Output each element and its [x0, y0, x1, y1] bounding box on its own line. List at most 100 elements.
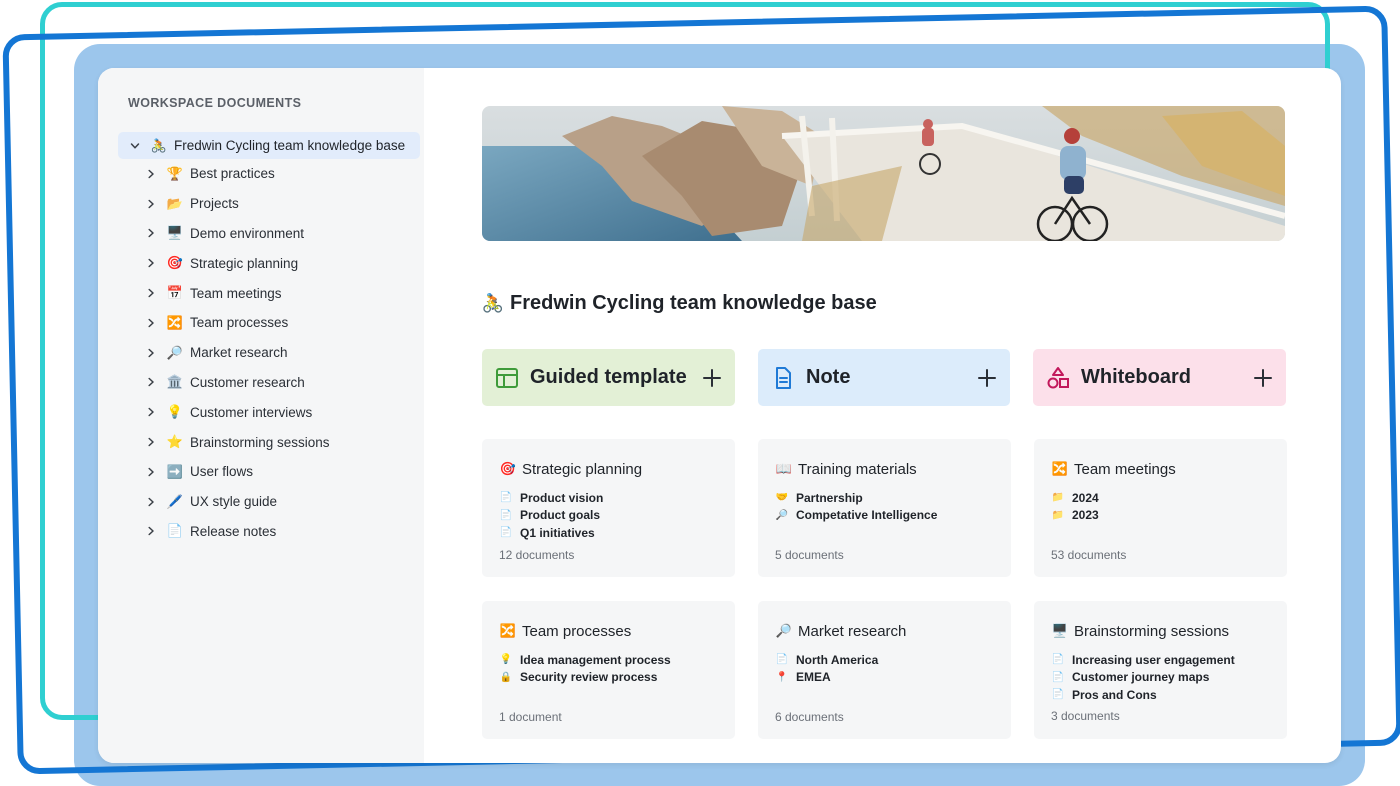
document-label: Q1 initiatives	[520, 525, 595, 540]
card-document-link[interactable]: 📄 Product goals	[499, 507, 718, 525]
card-document-link[interactable]: 📄 Product vision	[499, 489, 718, 507]
card-emoji-icon: 🔀	[499, 623, 517, 638]
card-title-text: Team processes	[522, 622, 632, 640]
card-title: 🖥️ Brainstorming sessions	[1051, 621, 1270, 641]
sidebar-item-ux-style-guide[interactable]: 🖊️ UX style guide	[118, 487, 424, 517]
card-document-count: 3 documents	[1051, 709, 1120, 723]
card-document-link[interactable]: 📄 Q1 initiatives	[499, 524, 718, 542]
sidebar-item-team-processes[interactable]: 🔀 Team processes	[118, 308, 424, 338]
card-title: 🎯 Strategic planning	[499, 459, 718, 479]
item-emoji-icon: 🏆	[166, 165, 184, 181]
document-emoji-icon: 🔒	[499, 671, 513, 683]
card-document-link[interactable]: 🔒 Security review process	[499, 669, 718, 687]
chevron-right-icon[interactable]	[144, 286, 158, 300]
sidebar-item-label: Market research	[190, 345, 288, 361]
document-emoji-icon: 📄	[499, 527, 513, 539]
chevron-right-icon[interactable]	[144, 226, 158, 240]
document-label: Product goals	[520, 508, 601, 523]
item-emoji-icon: 🔎	[166, 344, 184, 360]
folder-card-brainstorming-sessions[interactable]: 🖥️ Brainstorming sessions 📄 Increasing user…	[1034, 601, 1287, 739]
folder-cards-grid: 🎯 Strategic planning 📄 Product vision 📄 Produ…	[482, 439, 1287, 739]
sidebar-item-release-notes[interactable]: 📄 Release notes	[118, 517, 424, 547]
chevron-right-icon[interactable]	[144, 495, 158, 509]
card-title-text: Training materials	[798, 460, 917, 478]
bicycle-icon: 🚴	[481, 292, 505, 313]
card-document-count: 5 documents	[775, 548, 844, 562]
page-title: 🚴 Fredwin Cycling team knowledge base	[482, 290, 1287, 316]
sidebar-item-market-research[interactable]: 🔎 Market research	[118, 338, 424, 368]
document-label: North America	[796, 652, 879, 667]
chevron-right-icon[interactable]	[144, 346, 158, 360]
sidebar-item-label: Release notes	[190, 523, 277, 539]
folder-card-team-processes[interactable]: 🔀 Team processes 💡 Idea management process 🔒…	[482, 601, 735, 739]
banner-image	[482, 106, 1285, 241]
card-document-link[interactable]: 💡 Idea management process	[499, 651, 718, 669]
folder-card-market-research[interactable]: 🔎 Market research 📄 North America 📍 EMEA 6 doc…	[758, 601, 1011, 739]
item-emoji-icon: 🎯	[166, 255, 184, 271]
sidebar-item-strategic-planning[interactable]: 🎯 Strategic planning	[118, 248, 424, 278]
sidebar-title: WORKSPACE DOCUMENTS	[128, 96, 302, 110]
document-emoji-icon: 📄	[1051, 689, 1065, 701]
document-emoji-icon: 📍	[775, 671, 789, 683]
sidebar-item-user-flows[interactable]: ➡️ User flows	[118, 457, 424, 487]
create-note-label: Note	[806, 366, 851, 388]
sidebar-item-projects[interactable]: 📂 Projects	[118, 189, 424, 219]
card-document-link[interactable]: 🤝 Partnership	[775, 489, 994, 507]
sidebar-item-customer-interviews[interactable]: 💡 Customer interviews	[118, 397, 424, 427]
sidebar-item-label: Projects	[190, 196, 239, 212]
document-emoji-icon: 📁	[1051, 509, 1065, 521]
chevron-down-icon[interactable]	[128, 139, 142, 153]
card-document-link[interactable]: 📁 2024	[1051, 489, 1270, 507]
card-document-link[interactable]: 📄 Customer journey maps	[1051, 669, 1270, 687]
chevron-right-icon[interactable]	[144, 435, 158, 449]
document-label: Customer journey maps	[1072, 670, 1210, 685]
page-title-text: Fredwin Cycling team knowledge base	[510, 291, 877, 314]
sidebar-item-demo-environment[interactable]: 🖥️ Demo environment	[118, 219, 424, 249]
card-emoji-icon: 🖥️	[1051, 623, 1069, 638]
document-emoji-icon: 📄	[1051, 671, 1065, 683]
folder-card-strategic-planning[interactable]: 🎯 Strategic planning 📄 Product vision 📄 Produ…	[482, 439, 735, 577]
card-document-link[interactable]: 📄 Pros and Cons	[1051, 686, 1270, 704]
card-document-count: 6 documents	[775, 710, 844, 724]
item-emoji-icon: 🖊️	[166, 493, 184, 509]
chevron-right-icon[interactable]	[144, 405, 158, 419]
chevron-right-icon[interactable]	[144, 465, 158, 479]
item-emoji-icon: 💡	[166, 404, 184, 420]
document-emoji-icon: 📄	[499, 492, 513, 504]
document-label: 2023	[1072, 508, 1099, 523]
chevron-right-icon[interactable]	[144, 256, 158, 270]
chevron-right-icon[interactable]	[144, 316, 158, 330]
chevron-right-icon[interactable]	[144, 524, 158, 538]
card-document-link[interactable]: 📍 EMEA	[775, 669, 994, 687]
create-guided-template-button[interactable]: Guided template	[482, 349, 735, 406]
card-document-link[interactable]: 📁 2023	[1051, 507, 1270, 525]
sidebar-item-label: Demo environment	[190, 225, 305, 241]
create-buttons-row: Guided template Note Whiteboard	[482, 349, 1287, 406]
create-note-button[interactable]: Note	[758, 349, 1010, 406]
sidebar-item-label: Brainstorming sessions	[190, 434, 330, 450]
card-title-text: Brainstorming sessions	[1074, 622, 1230, 640]
document-icon	[770, 365, 796, 391]
card-document-count: 12 documents	[499, 548, 575, 562]
card-title-text: Market research	[798, 622, 907, 640]
card-document-link[interactable]: 📄 Increasing user engagement	[1051, 651, 1270, 669]
card-document-link[interactable]: 📄 North America	[775, 651, 994, 669]
card-title: 🔎 Market research	[775, 621, 994, 641]
sidebar-item-best-practices[interactable]: 🏆 Best practices	[118, 159, 424, 189]
folder-card-team-meetings[interactable]: 🔀 Team meetings 📁 2024 📁 2023 53 documents	[1034, 439, 1287, 577]
create-whiteboard-button[interactable]: Whiteboard	[1033, 349, 1286, 406]
sidebar-item-team-meetings[interactable]: 📅 Team meetings	[118, 278, 424, 308]
item-emoji-icon: 🔀	[166, 314, 184, 330]
card-document-link[interactable]: 🔎 Competative Intelligence	[775, 507, 994, 525]
item-emoji-icon: 📂	[166, 195, 184, 211]
chevron-right-icon[interactable]	[144, 375, 158, 389]
sidebar-item-label: Best practices	[190, 166, 275, 182]
sidebar-root-item[interactable]: 🚴 Fredwin Cycling team knowledge base	[118, 132, 420, 159]
folder-card-training-materials[interactable]: 📖 Training materials 🤝 Partnership 🔎 Competat…	[758, 439, 1011, 577]
document-label: Idea management process	[520, 652, 671, 667]
chevron-right-icon[interactable]	[144, 197, 158, 211]
item-emoji-icon: 📄	[166, 523, 184, 539]
sidebar-item-customer-research[interactable]: 🏛️ Customer research	[118, 368, 424, 398]
chevron-right-icon[interactable]	[144, 167, 158, 181]
sidebar-item-brainstorming-sessions[interactable]: ⭐ Brainstorming sessions	[118, 427, 424, 457]
